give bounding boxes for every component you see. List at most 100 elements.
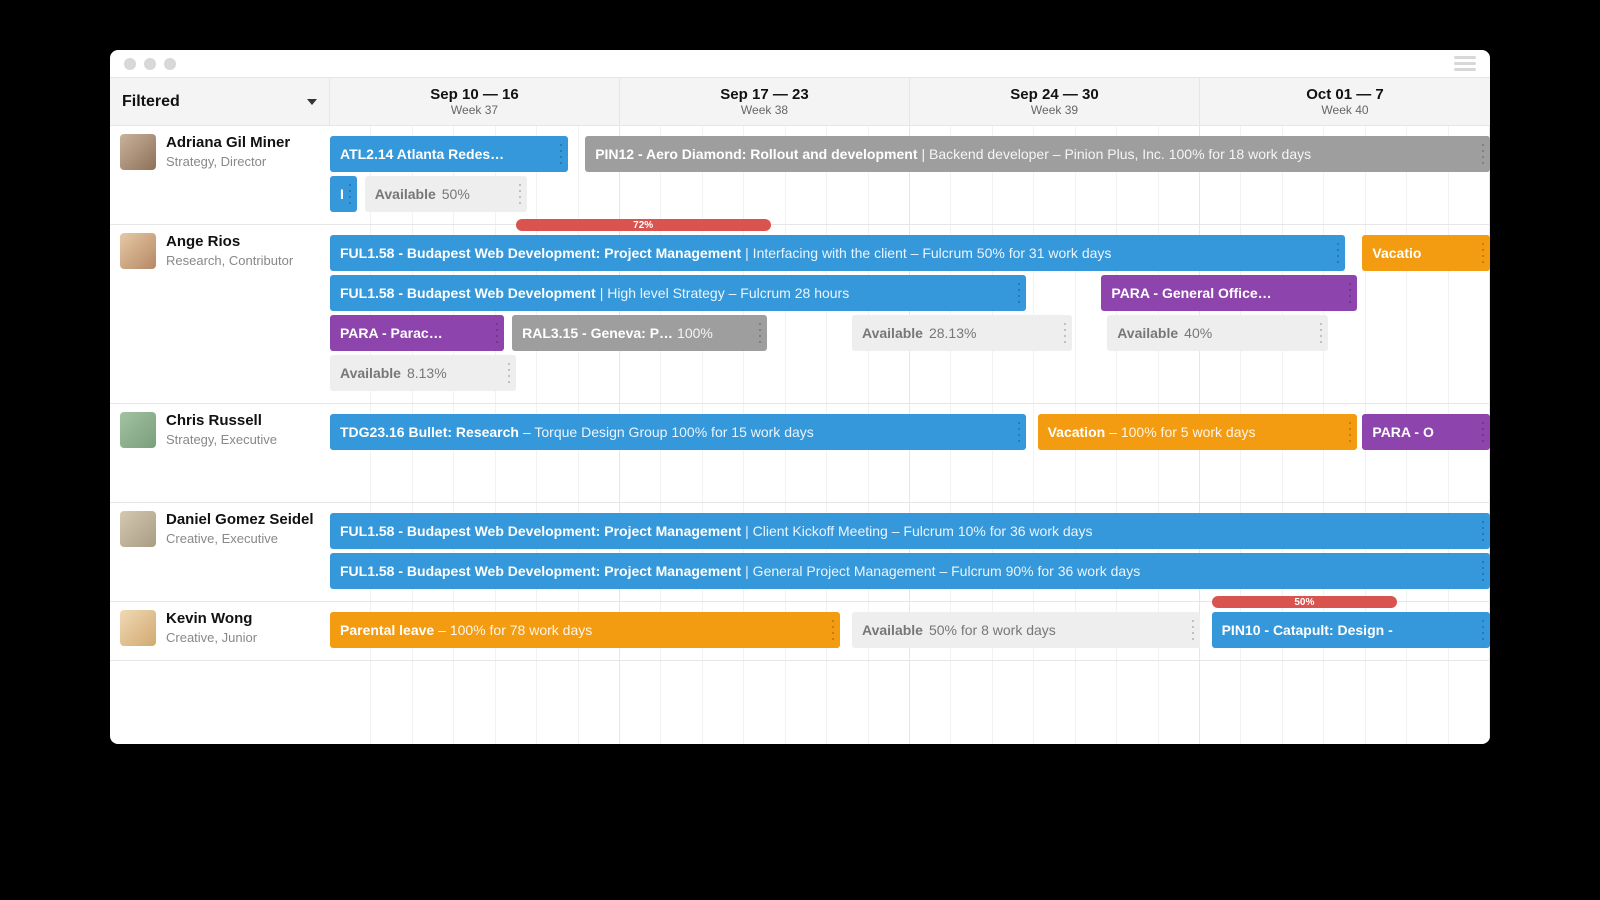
drag-handle-icon[interactable] <box>347 182 353 206</box>
drag-handle-icon[interactable] <box>494 321 500 345</box>
drag-handle-icon[interactable] <box>517 182 523 206</box>
drag-handle-icon[interactable] <box>1480 618 1486 642</box>
drag-handle-icon[interactable] <box>1190 618 1196 642</box>
timeline-track: FUL1.58 - Budapest Web Development: Proj… <box>330 513 1490 551</box>
drag-handle-icon[interactable] <box>1480 519 1486 543</box>
person-row: Ange Rios Research, Contributor 72%FUL1.… <box>110 225 1490 404</box>
avatar[interactable] <box>120 233 156 269</box>
drag-handle-icon[interactable] <box>1016 281 1022 305</box>
week-column-header[interactable]: Sep 24 — 30 Week 39 <box>910 78 1200 125</box>
allocation-bar[interactable]: FUL1.58 - Budapest Web Development: Proj… <box>330 513 1490 549</box>
allocation-bar[interactable]: RAL3.15 - Geneva: P… 100% <box>512 315 767 351</box>
allocation-bar[interactable]: PARA - General Office… <box>1101 275 1356 311</box>
week-column-header[interactable]: Sep 10 — 16 Week 37 <box>330 78 620 125</box>
week-column-header[interactable]: Sep 17 — 23 Week 38 <box>620 78 910 125</box>
allocation-bar[interactable]: ATL2.14 Atlanta Redes… <box>330 136 568 172</box>
drag-handle-icon[interactable] <box>1480 241 1486 265</box>
drag-handle-icon[interactable] <box>1062 321 1068 345</box>
person-timeline: 72%FUL1.58 - Budapest Web Development: P… <box>330 225 1490 403</box>
avatar[interactable] <box>120 511 156 547</box>
avatar[interactable] <box>120 134 156 170</box>
drag-handle-icon[interactable] <box>1347 420 1353 444</box>
drag-handle-icon[interactable] <box>757 321 763 345</box>
allocation-bar[interactable]: Vacatio <box>1362 235 1490 271</box>
availability-bar[interactable]: Available40% <box>1107 315 1327 351</box>
overallocation-pill[interactable]: 50% <box>1212 596 1398 608</box>
bar-title: Available <box>375 186 436 202</box>
availability-bar[interactable]: Available50% <box>365 176 527 212</box>
window-dot[interactable] <box>144 58 156 70</box>
bar-title: ATL2.14 Atlanta Redes… <box>340 146 504 162</box>
person-info[interactable]: Chris Russell Strategy, Executive <box>110 404 330 502</box>
bar-title: FUL1.58 - Budapest Web Development: Proj… <box>340 563 741 579</box>
person-name: Chris Russell <box>166 412 277 430</box>
week-number: Week 37 <box>451 103 498 117</box>
allocation-bar[interactable]: FUL1.58 - Budapest Web Development: Proj… <box>330 235 1345 271</box>
timeline-track: ATL2.14 Atlanta Redes… PIN12 - Aero Diamo… <box>330 136 1490 174</box>
week-number: Week 39 <box>1031 103 1078 117</box>
avatar[interactable] <box>120 412 156 448</box>
timeline-track: TDG23.16 Bullet: Research – Torque Desig… <box>330 414 1490 452</box>
timeline-track: FUL1.58 - Budapest Web Development: Proj… <box>330 235 1490 273</box>
allocation-bar[interactable]: TDG23.16 Bullet: Research – Torque Desig… <box>330 414 1026 450</box>
person-timeline: FUL1.58 - Budapest Web Development: Proj… <box>330 503 1490 601</box>
bar-subtitle: – 100% for 78 work days <box>438 622 592 638</box>
allocation-bar[interactable]: PARA - O <box>1362 414 1490 450</box>
person-timeline: TDG23.16 Bullet: Research – Torque Desig… <box>330 404 1490 502</box>
filter-dropdown[interactable]: Filtered <box>110 78 330 125</box>
bar-subtitle: | Interfacing with the client – Fulcrum … <box>745 245 1111 261</box>
allocation-bar[interactable]: Parental leave – 100% for 78 work days <box>330 612 840 648</box>
bar-title: PIN12 - Aero Diamond: Rollout and develo… <box>595 146 917 162</box>
bar-subtitle: – 100% for 5 work days <box>1109 424 1255 440</box>
allocation-bar[interactable]: PIN12 - Aero Diamond: Rollout and develo… <box>585 136 1490 172</box>
week-number: Week 38 <box>741 103 788 117</box>
person-row: Daniel Gomez Seidel Creative, Executive … <box>110 503 1490 602</box>
allocation-bar[interactable]: Vacation – 100% for 5 work days <box>1038 414 1357 450</box>
person-info[interactable]: Ange Rios Research, Contributor <box>110 225 330 403</box>
availability-bar[interactable]: Available50% for 8 work days <box>852 612 1200 648</box>
week-range: Sep 10 — 16 <box>430 86 518 103</box>
person-role: Strategy, Executive <box>166 432 277 447</box>
bar-title: FUL1.58 - Budapest Web Development: Proj… <box>340 523 741 539</box>
allocation-bar[interactable]: I <box>330 176 357 212</box>
bar-title: Available <box>862 325 923 341</box>
drag-handle-icon[interactable] <box>1480 142 1486 166</box>
allocation-bar[interactable]: PARA - Parac… <box>330 315 504 351</box>
person-info[interactable]: Daniel Gomez Seidel Creative, Executive <box>110 503 330 601</box>
drag-handle-icon[interactable] <box>1480 559 1486 583</box>
drag-handle-icon[interactable] <box>506 361 512 385</box>
drag-handle-icon[interactable] <box>830 618 836 642</box>
week-column-header[interactable]: Oct 01 — 7 Week 40 <box>1200 78 1490 125</box>
drag-handle-icon[interactable] <box>1347 281 1353 305</box>
filter-label: Filtered <box>122 93 180 111</box>
bar-subtitle: | High level Strategy – Fulcrum 28 hours <box>600 285 850 301</box>
allocation-bar[interactable]: FUL1.58 - Budapest Web Development | Hig… <box>330 275 1026 311</box>
timeline-track: FUL1.58 - Budapest Web Development: Proj… <box>330 553 1490 591</box>
allocation-bar[interactable]: PIN10 - Catapult: Design - <box>1212 612 1490 648</box>
bar-percent: 50% for 8 work days <box>929 622 1056 638</box>
bar-title: Vacatio <box>1372 245 1421 261</box>
drag-handle-icon[interactable] <box>1318 321 1324 345</box>
availability-bar[interactable]: Available8.13% <box>330 355 516 391</box>
timeline-track <box>330 454 1490 492</box>
overallocation-pill[interactable]: 72% <box>516 219 771 231</box>
availability-bar[interactable]: Available28.13% <box>852 315 1072 351</box>
hamburger-menu-icon[interactable] <box>1454 56 1476 71</box>
allocation-bar[interactable]: FUL1.58 - Budapest Web Development: Proj… <box>330 553 1490 589</box>
week-range: Sep 24 — 30 <box>1010 86 1098 103</box>
window-dot[interactable] <box>164 58 176 70</box>
person-row: Adriana Gil Miner Strategy, Director ATL… <box>110 126 1490 225</box>
drag-handle-icon[interactable] <box>558 142 564 166</box>
person-info[interactable]: Adriana Gil Miner Strategy, Director <box>110 126 330 224</box>
timeline-track: PARA - Parac…RAL3.15 - Geneva: P… 100% Av… <box>330 315 1490 353</box>
drag-handle-icon[interactable] <box>1016 420 1022 444</box>
bar-title: FUL1.58 - Budapest Web Development <box>340 285 596 301</box>
bar-title: Available <box>1117 325 1178 341</box>
window-dot[interactable] <box>124 58 136 70</box>
drag-handle-icon[interactable] <box>1335 241 1341 265</box>
avatar[interactable] <box>120 610 156 646</box>
bar-title: Parental leave <box>340 622 434 638</box>
person-info[interactable]: Kevin Wong Creative, Junior <box>110 602 330 660</box>
drag-handle-icon[interactable] <box>1480 420 1486 444</box>
chevron-down-icon <box>307 99 317 105</box>
